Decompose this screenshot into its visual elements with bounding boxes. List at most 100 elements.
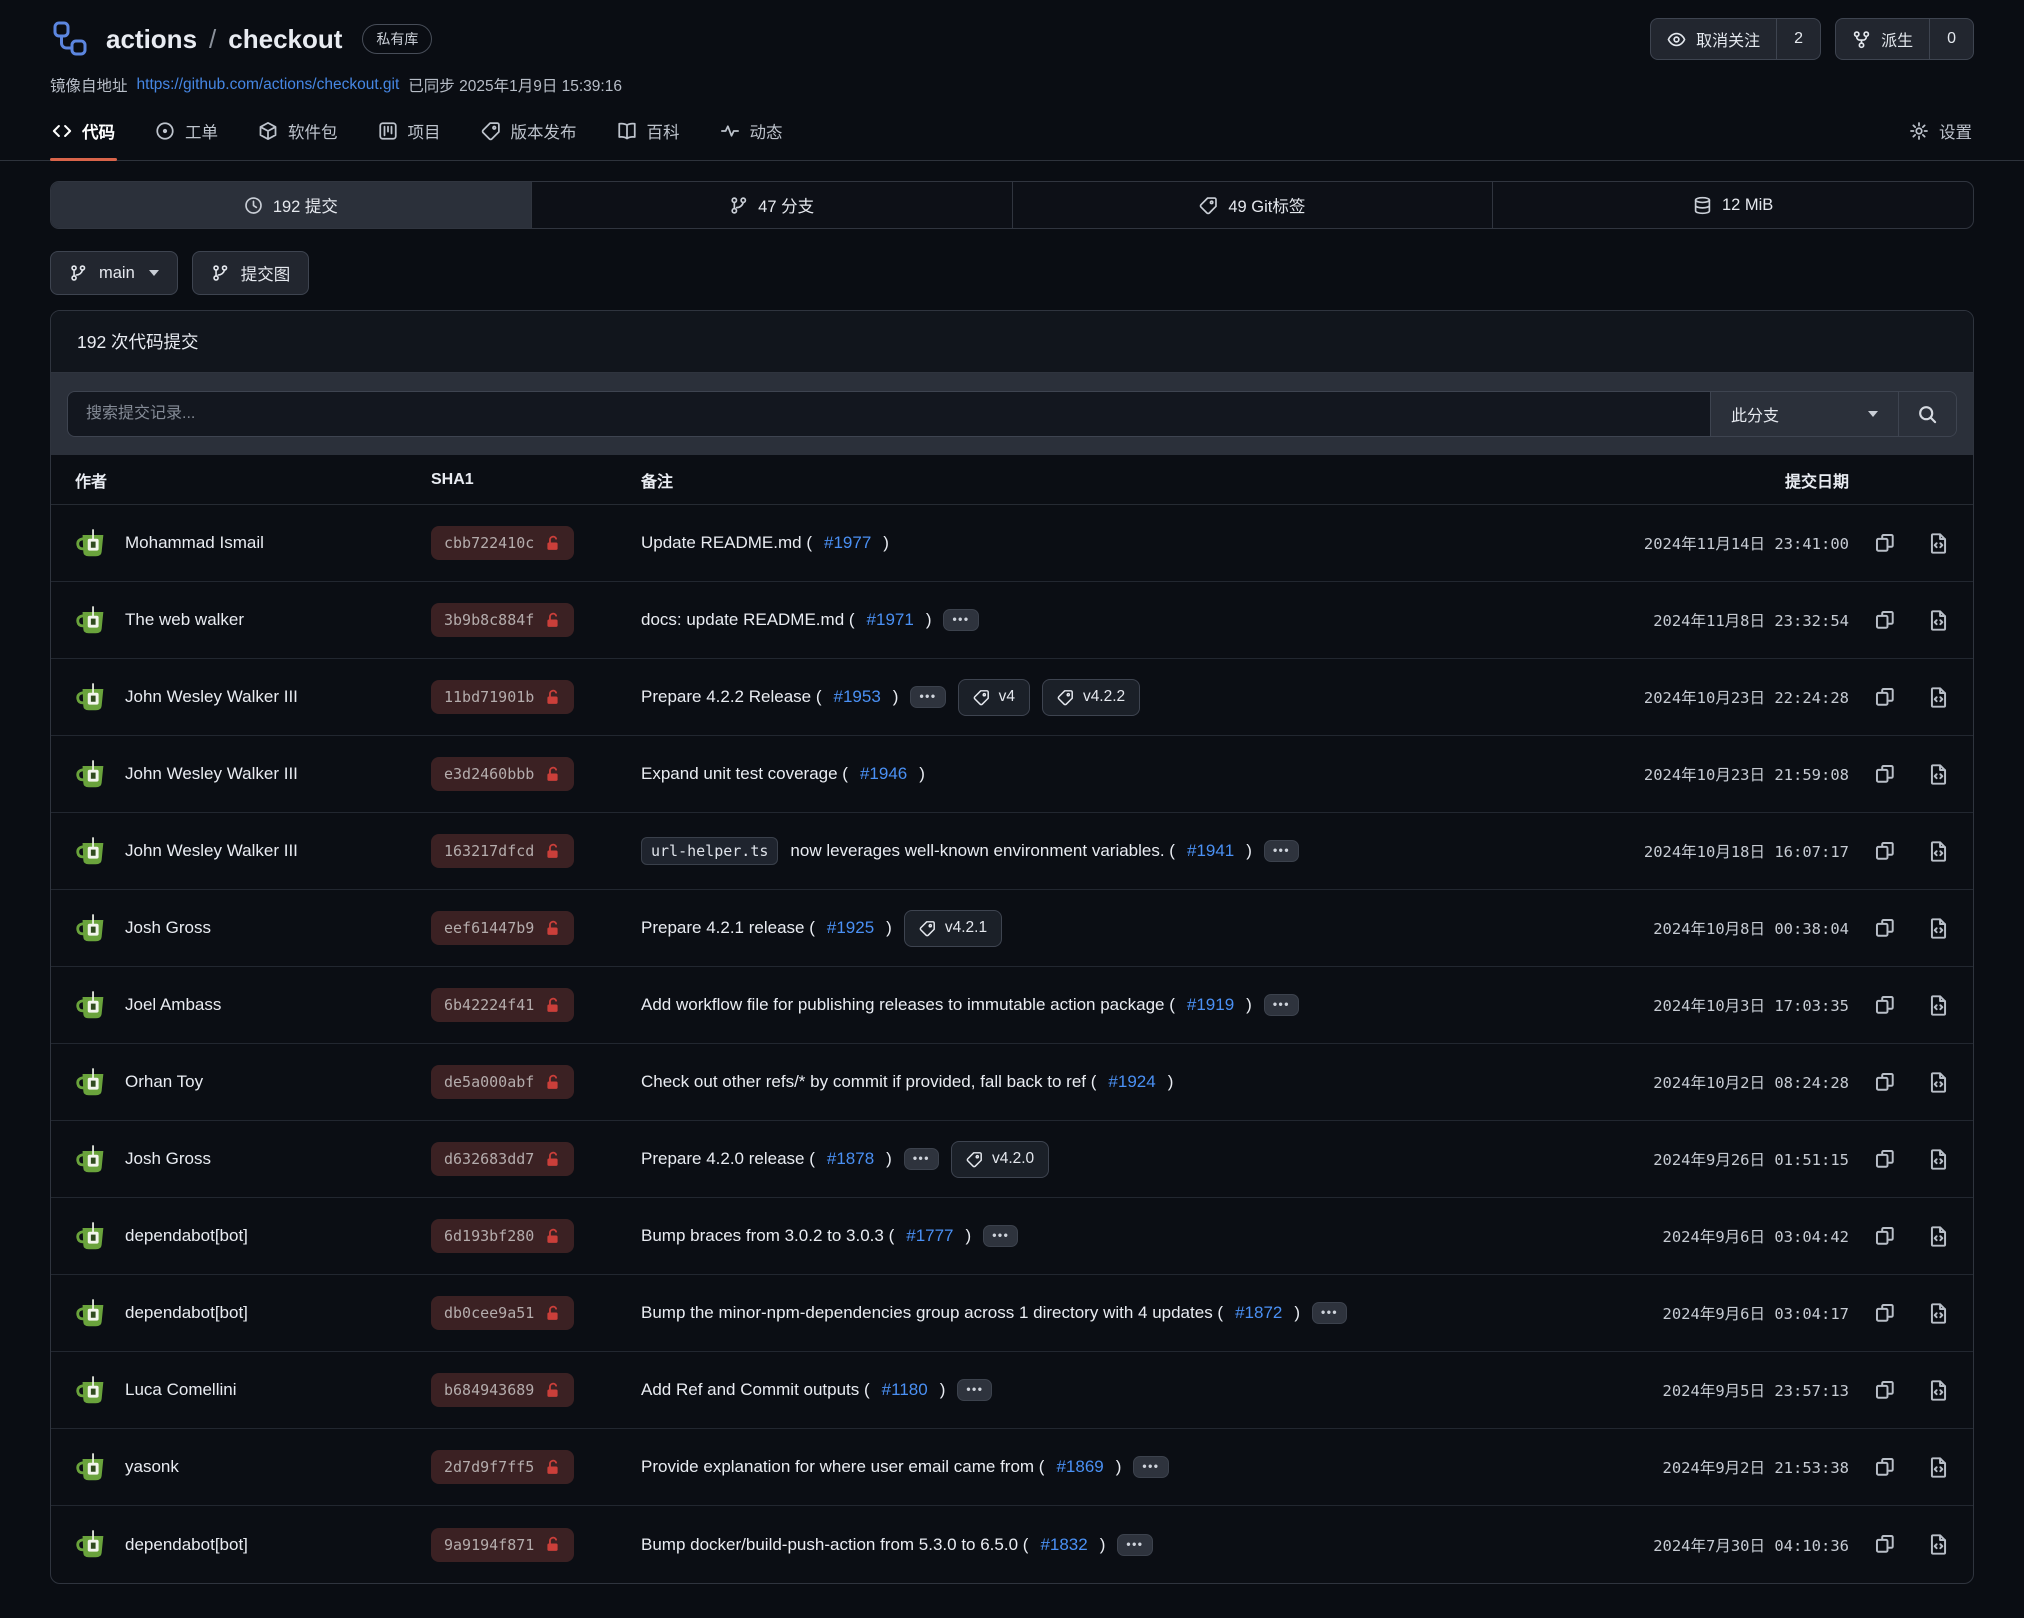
browse-files-at-commit-button[interactable] [1928,1149,1949,1170]
commit-sha-badge[interactable]: cbb722410c [431,526,574,560]
fork-count[interactable]: 0 [1929,19,1973,59]
tab-releases[interactable]: 版本发布 [479,106,579,160]
commit-issue-link[interactable]: #1941 [1187,841,1234,861]
copy-sha-button[interactable] [1875,1149,1896,1170]
stat-tags[interactable]: 49 Git标签 [1012,182,1493,228]
avatar[interactable] [75,1298,109,1329]
copy-sha-button[interactable] [1875,1072,1896,1093]
commit-issue-link[interactable]: #1924 [1108,1072,1155,1092]
expand-commit-button[interactable]: ••• [910,686,945,708]
repo-name-link[interactable]: checkout [228,24,342,55]
expand-commit-button[interactable]: ••• [983,1225,1018,1247]
copy-sha-button[interactable] [1875,1303,1896,1324]
commit-message-link[interactable]: now leverages well-known environment var… [790,841,1175,861]
commit-sha-badge[interactable]: 2d7d9f7ff5 [431,1450,574,1484]
commit-message-link[interactable]: Expand unit test coverage ( [641,764,848,784]
avatar[interactable] [75,913,109,944]
commit-author-link[interactable]: John Wesley Walker III [125,764,298,784]
copy-sha-button[interactable] [1875,841,1896,862]
commit-sha-badge[interactable]: 6d193bf280 [431,1219,574,1253]
commit-author-link[interactable]: John Wesley Walker III [125,687,298,707]
avatar[interactable] [75,1452,109,1483]
commit-author-link[interactable]: Mohammad Ismail [125,533,264,553]
search-commits-input[interactable] [68,392,1710,436]
copy-sha-button[interactable] [1875,610,1896,631]
commit-issue-link[interactable]: #1977 [824,533,871,553]
commit-message-link[interactable]: docs: update README.md ( [641,610,855,630]
avatar[interactable] [75,682,109,713]
commit-message-link[interactable]: Add workflow file for publishing release… [641,995,1175,1015]
avatar[interactable] [75,1067,109,1098]
commit-issue-link[interactable]: #1869 [1056,1457,1103,1477]
commit-message-link[interactable]: Bump docker/build-push-action from 5.3.0… [641,1535,1028,1555]
commit-issue-link[interactable]: #1180 [882,1380,928,1400]
commit-sha-badge[interactable]: eef61447b9 [431,911,574,945]
commit-sha-badge[interactable]: 11bd71901b [431,680,574,714]
avatar[interactable] [75,1144,109,1175]
commit-author-link[interactable]: Orhan Toy [125,1072,203,1092]
browse-files-at-commit-button[interactable] [1928,687,1949,708]
commit-issue-link[interactable]: #1953 [834,687,881,707]
repo-owner-link[interactable]: actions [106,24,197,55]
commit-author-link[interactable]: dependabot[bot] [125,1303,248,1323]
avatar[interactable] [75,836,109,867]
commit-tag-button[interactable]: v4.2.2 [1042,679,1140,716]
commit-sha-badge[interactable]: de5a000abf [431,1065,574,1099]
tab-activity[interactable]: 动态 [718,106,785,160]
avatar[interactable] [75,605,109,636]
browse-files-at-commit-button[interactable] [1928,1303,1949,1324]
browse-files-at-commit-button[interactable] [1928,918,1949,939]
mirror-url-link[interactable]: https://github.com/actions/checkout.git [137,76,400,94]
search-button[interactable] [1898,392,1956,436]
branch-selector[interactable]: main [50,251,178,295]
commit-issue-link[interactable]: #1777 [906,1226,953,1246]
expand-commit-button[interactable]: ••• [957,1379,992,1401]
avatar[interactable] [75,759,109,790]
copy-sha-button[interactable] [1875,995,1896,1016]
stat-commits[interactable]: 192 提交 [51,182,531,228]
commit-message-link[interactable]: Prepare 4.2.1 release ( [641,918,815,938]
commit-tag-button[interactable]: v4.2.1 [904,910,1002,947]
commit-author-link[interactable]: dependabot[bot] [125,1535,248,1555]
branch-scope-dropdown[interactable]: 此分支 [1710,392,1898,436]
watch-count[interactable]: 2 [1776,19,1820,59]
commit-message-link[interactable]: Provide explanation for where user email… [641,1457,1044,1477]
commit-issue-link[interactable]: #1946 [860,764,907,784]
commit-issue-link[interactable]: #1919 [1187,995,1234,1015]
copy-sha-button[interactable] [1875,1226,1896,1247]
commit-sha-badge[interactable]: b684943689 [431,1373,574,1407]
copy-sha-button[interactable] [1875,533,1896,554]
browse-files-at-commit-button[interactable] [1928,841,1949,862]
commit-message-link[interactable]: Prepare 4.2.0 release ( [641,1149,815,1169]
commit-message-link[interactable]: Bump braces from 3.0.2 to 3.0.3 ( [641,1226,894,1246]
commit-sha-badge[interactable]: 163217dfcd [431,834,574,868]
stat-size[interactable]: 12 MiB [1492,182,1973,228]
tab-settings[interactable]: 设置 [1907,106,1974,160]
commit-author-link[interactable]: John Wesley Walker III [125,841,298,861]
expand-commit-button[interactable]: ••• [943,609,978,631]
commit-sha-badge[interactable]: db0cee9a51 [431,1296,574,1330]
commit-graph-button[interactable]: 提交图 [192,251,310,295]
copy-sha-button[interactable] [1875,1534,1896,1555]
commit-message-link[interactable]: Bump the minor-npm-dependencies group ac… [641,1303,1223,1323]
commit-author-link[interactable]: The web walker [125,610,244,630]
tab-issues[interactable]: 工单 [153,106,220,160]
copy-sha-button[interactable] [1875,918,1896,939]
commit-message-link[interactable]: Check out other refs/* by commit if prov… [641,1072,1096,1092]
browse-files-at-commit-button[interactable] [1928,1534,1949,1555]
commit-sha-badge[interactable]: e3d2460bbb [431,757,574,791]
commit-issue-link[interactable]: #1832 [1040,1535,1087,1555]
commit-tag-button[interactable]: v4.2.0 [951,1141,1049,1178]
commit-message-link[interactable]: Prepare 4.2.2 Release ( [641,687,822,707]
unwatch-button[interactable]: 取消关注 2 [1650,18,1821,60]
commit-issue-link[interactable]: #1878 [827,1149,874,1169]
browse-files-at-commit-button[interactable] [1928,610,1949,631]
browse-files-at-commit-button[interactable] [1928,1457,1949,1478]
commit-author-link[interactable]: Luca Comellini [125,1380,237,1400]
copy-sha-button[interactable] [1875,687,1896,708]
tab-code[interactable]: 代码 [50,106,117,160]
avatar[interactable] [75,1529,109,1560]
commit-sha-badge[interactable]: d632683dd7 [431,1142,574,1176]
tab-projects[interactable]: 项目 [376,106,443,160]
tab-packages[interactable]: 软件包 [256,106,340,160]
